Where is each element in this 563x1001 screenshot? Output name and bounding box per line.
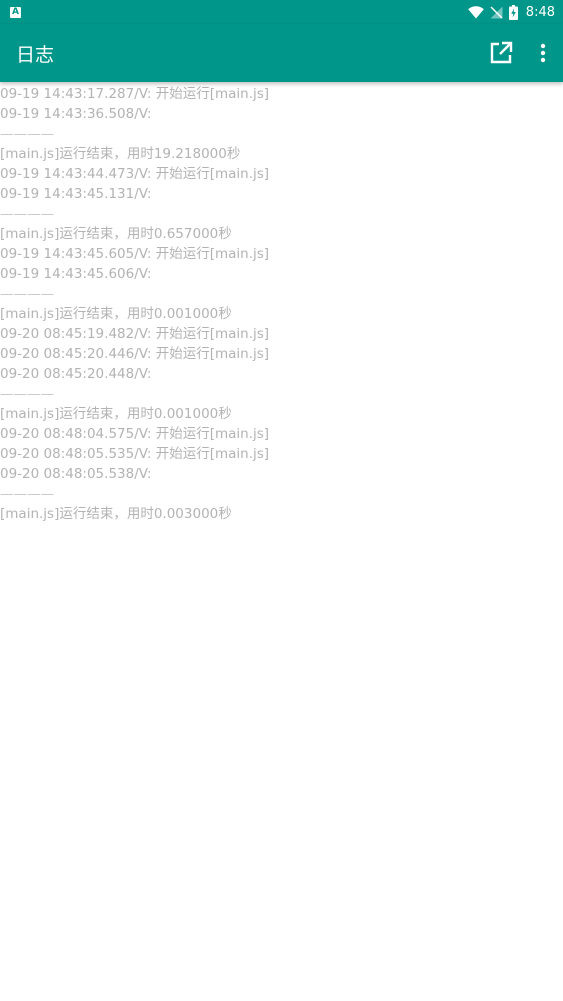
log-line: 09-19 14:43:36.508/V: — [0, 106, 152, 122]
no-signal-icon — [490, 5, 503, 19]
log-line: [main.js]运行结束，用时0.001000秒 — [0, 306, 232, 322]
page-title: 日志 — [16, 43, 55, 66]
status-bar: A 8:48 — [0, 0, 563, 24]
log-line: 09-20 08:48:04.575/V: 开始运行[main.js] — [0, 426, 270, 442]
open-external-button[interactable] — [483, 35, 519, 71]
log-line: 09-20 08:48:05.538/V: — [0, 466, 152, 482]
log-view[interactable]: 09-19 14:43:17.287/V: 开始运行[main.js] 09-1… — [0, 82, 563, 1001]
log-line: 09-19 14:43:45.605/V: 开始运行[main.js] — [0, 246, 270, 262]
battery-charging-icon — [508, 4, 518, 20]
log-line: 09-20 08:45:20.448/V: — [0, 366, 152, 382]
log-line: 09-19 14:43:17.287/V: 开始运行[main.js] — [0, 86, 270, 102]
log-line: 09-20 08:48:05.535/V: 开始运行[main.js] — [0, 446, 270, 462]
log-line: [main.js]运行结束，用时19.218000秒 — [0, 146, 241, 162]
notification-a-icon: A — [10, 6, 21, 18]
log-line: 09-19 14:43:44.473/V: 开始运行[main.js] — [0, 166, 270, 182]
log-line: [main.js]运行结束，用时0.657000秒 — [0, 226, 232, 242]
log-line: 09-20 08:45:20.446/V: 开始运行[main.js] — [0, 346, 270, 362]
status-right: 8:48 — [467, 4, 555, 20]
log-line: 09-19 14:43:45.606/V: — [0, 266, 152, 282]
log-line: [main.js]运行结束，用时0.003000秒 — [0, 506, 232, 522]
wifi-icon — [467, 5, 484, 18]
log-line: 09-19 14:43:45.131/V: — [0, 186, 152, 202]
status-time: 8:48 — [525, 4, 555, 20]
status-left: A — [10, 6, 21, 18]
log-separator: ———— — [0, 286, 54, 302]
more-options-button[interactable] — [533, 35, 553, 71]
log-line: 09-20 08:45:19.482/V: 开始运行[main.js] — [0, 326, 270, 342]
app-bar: 日志 — [0, 24, 563, 82]
open-external-icon — [490, 41, 513, 64]
log-separator: ———— — [0, 206, 54, 222]
log-separator: ———— — [0, 386, 54, 402]
log-separator: ———— — [0, 486, 54, 502]
app-actions — [483, 35, 553, 71]
log-line: [main.js]运行结束，用时0.001000秒 — [0, 406, 232, 422]
more-vert-icon — [540, 43, 546, 63]
log-separator: ———— — [0, 126, 54, 142]
